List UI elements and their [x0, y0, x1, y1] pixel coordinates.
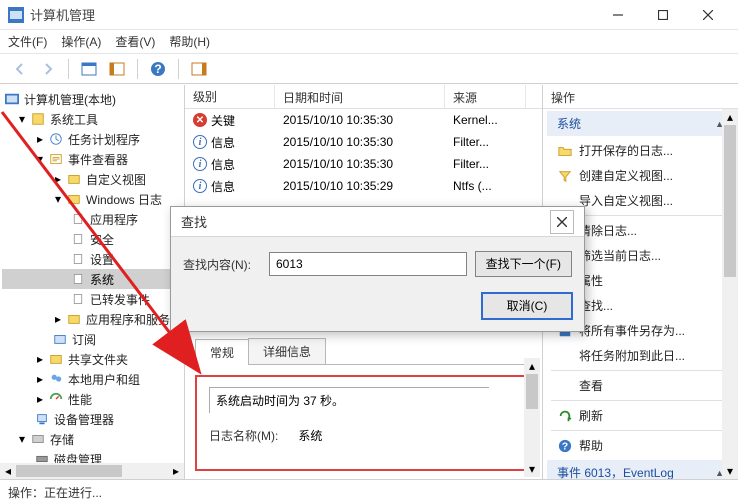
tool-icon-3[interactable]	[187, 57, 211, 81]
detail-highlight-box: 系统启动时间为 37 秒。 日志名称(M): 系统	[195, 375, 532, 471]
folder-open-icon	[557, 143, 573, 159]
grid-row[interactable]: ✕ 关键 2015/10/10 10:35:30Kernel...	[185, 109, 542, 131]
detail-pane: 常规 详细信息 系统启动时间为 37 秒。 日志名称(M): 系统 ▴▾	[185, 330, 542, 479]
tree-performance[interactable]: ▸ 性能	[2, 389, 182, 409]
maximize-button[interactable]	[640, 1, 685, 29]
status-text: 操作：正在进行...	[8, 486, 102, 500]
grid-header: 级别 日期和时间 来源	[185, 85, 542, 109]
logname-value: 系统	[298, 427, 322, 444]
statusbar: 操作：正在进行...	[0, 479, 738, 503]
row-source: Kernel...	[445, 113, 542, 127]
level-icon: i	[193, 179, 207, 193]
menu-action[interactable]: 操作(A)	[61, 33, 101, 50]
col-source[interactable]: 来源	[445, 85, 526, 108]
tree-security[interactable]: 安全	[2, 229, 182, 249]
find-input[interactable]	[269, 252, 467, 276]
tree-custom-views[interactable]: ▸ 自定义视图	[2, 169, 182, 189]
help-icon[interactable]: ?	[146, 57, 170, 81]
row-source: Filter...	[445, 135, 542, 149]
action-group-system: 系统▲	[547, 111, 734, 136]
tree-application[interactable]: 应用程序	[2, 209, 182, 229]
window-title: 计算机管理	[30, 5, 595, 24]
action-refresh[interactable]: 刷新	[543, 403, 738, 428]
cancel-button[interactable]: 取消(C)	[482, 293, 572, 319]
row-datetime: 2015/10/10 10:35:30	[275, 113, 445, 127]
action-help[interactable]: ? 帮助 ▶	[543, 433, 738, 458]
tree-forwarded[interactable]: 已转发事件	[2, 289, 182, 309]
tree-storage[interactable]: ▾ 存储	[2, 429, 182, 449]
menubar: 文件(F) 操作(A) 查看(V) 帮助(H)	[0, 30, 738, 54]
help-icon: ?	[557, 438, 573, 454]
toolbar: ?	[0, 54, 738, 84]
tree-pane: 计算机管理(本地) ▾ 系统工具 ▸ 任务计划程序 ▾ 事件查看器 ▸ 自定义视…	[0, 85, 185, 479]
col-level[interactable]: 级别	[185, 85, 275, 108]
menu-help[interactable]: 帮助(H)	[169, 33, 210, 50]
tree-setup[interactable]: 设置	[2, 249, 182, 269]
tab-details[interactable]: 详细信息	[248, 338, 326, 364]
tree-device-mgr[interactable]: 设备管理器	[2, 409, 182, 429]
refresh-icon	[557, 408, 573, 424]
tool-icon-1[interactable]	[77, 57, 101, 81]
tree-system[interactable]: 系统	[2, 269, 182, 289]
row-level: 信息	[211, 134, 235, 151]
row-level: 信息	[211, 178, 235, 195]
actions-header: 操作	[543, 85, 738, 109]
dialog-title: 查找	[181, 212, 207, 231]
menu-view[interactable]: 查看(V)	[115, 33, 155, 50]
tree-task-scheduler[interactable]: ▸ 任务计划程序	[2, 129, 182, 149]
find-next-button[interactable]: 查找下一个(F)	[475, 251, 572, 277]
grid-row[interactable]: i 信息 2015/10/10 10:35:30Filter...	[185, 131, 542, 153]
action-create-custom[interactable]: 创建自定义视图...	[543, 163, 738, 188]
row-source: Filter...	[445, 157, 542, 171]
row-datetime: 2015/10/10 10:35:29	[275, 179, 445, 193]
menu-file[interactable]: 文件(F)	[8, 33, 47, 50]
row-datetime: 2015/10/10 10:35:30	[275, 157, 445, 171]
action-view[interactable]: 查看 ▶	[543, 373, 738, 398]
row-level: 关键	[211, 112, 235, 129]
tree-windows-logs[interactable]: ▾ Windows 日志	[2, 189, 182, 209]
logname-label: 日志名称(M):	[209, 427, 278, 444]
svg-text:?: ?	[154, 62, 161, 76]
action-group-event: 事件 6013，EventLog▲	[547, 460, 734, 479]
find-label: 查找内容(N):	[183, 256, 261, 273]
action-attach-task[interactable]: 将任务附加到此日...	[543, 343, 738, 368]
detail-vscrollbar[interactable]: ▴▾	[524, 358, 540, 477]
col-datetime[interactable]: 日期和时间	[275, 85, 445, 108]
filter-icon	[557, 168, 573, 184]
titlebar: 计算机管理	[0, 0, 738, 30]
level-icon: i	[193, 135, 207, 149]
tree-apps-services[interactable]: ▸ 应用程序和服务	[2, 309, 182, 329]
row-datetime: 2015/10/10 10:35:30	[275, 135, 445, 149]
expander-icon[interactable]: ▾	[16, 113, 28, 125]
tree-shared-folders[interactable]: ▸ 共享文件夹	[2, 349, 182, 369]
tree-subscriptions[interactable]: 订阅	[2, 329, 182, 349]
minimize-button[interactable]	[595, 1, 640, 29]
tree-local-users[interactable]: ▸ 本地用户和组	[2, 369, 182, 389]
level-icon: i	[193, 157, 207, 171]
nav-back-button[interactable]	[8, 57, 32, 81]
tree-root[interactable]: 计算机管理(本地)	[2, 89, 182, 109]
actions-vscrollbar[interactable]: ▴▾	[722, 109, 738, 479]
tool-icon-2[interactable]	[105, 57, 129, 81]
action-open-saved[interactable]: 打开保存的日志...	[543, 138, 738, 163]
grid-row[interactable]: i 信息 2015/10/10 10:35:30Filter...	[185, 153, 542, 175]
svg-text:?: ?	[562, 440, 568, 452]
tree-event-viewer[interactable]: ▾ 事件查看器	[2, 149, 182, 169]
row-level: 信息	[211, 156, 235, 173]
tree-hscrollbar[interactable]: ◂ ▸	[0, 463, 184, 479]
row-source: Ntfs (...	[445, 179, 542, 193]
grid-rows: ✕关键2015/10/10 10:35:30Kernel...i信息2015/1…	[185, 109, 542, 197]
close-button[interactable]	[685, 1, 730, 29]
detail-message: 系统启动时间为 37 秒。	[209, 387, 489, 413]
dialog-close-button[interactable]	[550, 210, 574, 234]
find-dialog: 查找 查找内容(N): 查找下一个(F) 取消(C)	[170, 206, 585, 332]
grid-row[interactable]: i 信息 2015/10/10 10:35:29Ntfs (...	[185, 175, 542, 197]
tab-general[interactable]: 常规	[195, 339, 249, 365]
app-icon	[8, 7, 24, 23]
tree-system-tools[interactable]: ▾ 系统工具	[2, 109, 182, 129]
level-icon: ✕	[193, 113, 207, 127]
nav-forward-button[interactable]	[36, 57, 60, 81]
